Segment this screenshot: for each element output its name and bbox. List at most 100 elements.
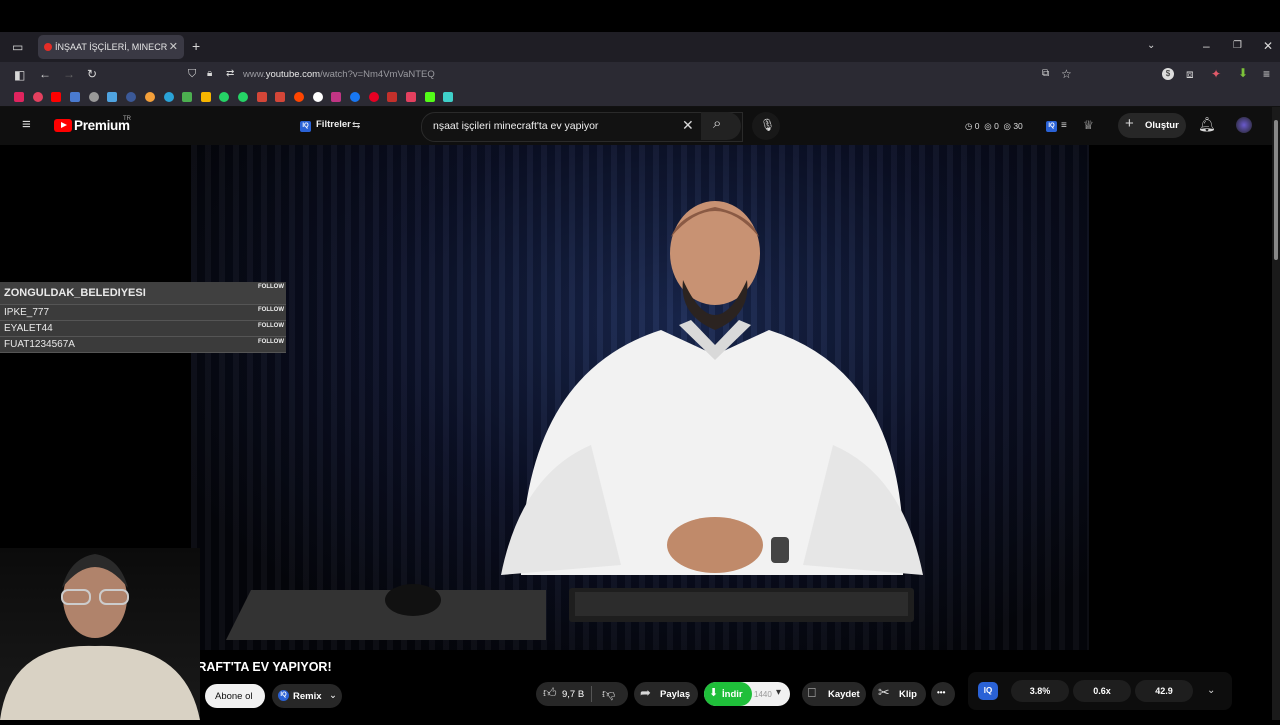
follow-button[interactable]: FOLLOW [258, 307, 284, 313]
chevron-down-icon[interactable]: ⌄ [329, 690, 337, 701]
bookmark-whatsapp-icon[interactable] [238, 92, 248, 102]
search-icon[interactable]: ⌕ [713, 116, 721, 131]
bookmark-star-icon[interactable]: ☆ [1061, 68, 1072, 80]
sidebar-toggle-icon[interactable]: ◧ [14, 69, 25, 81]
bookmark-instagram-icon[interactable] [331, 92, 341, 102]
bookmark-whatsapp-icon[interactable] [219, 92, 229, 102]
bookmark-youtube-icon[interactable] [51, 92, 61, 102]
subscribe-label[interactable]: Abone ol [215, 691, 253, 702]
bookmark-icon[interactable] [406, 92, 416, 102]
download-icon[interactable]: ⬇ [709, 687, 718, 699]
bookmark-icon[interactable]: ⎕ [808, 686, 816, 699]
browser-tab-active[interactable]: İNŞAAT İŞÇİLERİ, MINECRAFT'TA EV YAPIYOR… [38, 35, 184, 59]
minimize-icon[interactable]: – [1203, 40, 1210, 52]
download-quality[interactable]: 1440 [754, 690, 772, 699]
bookmark-icon[interactable] [164, 92, 174, 102]
bookmark-icon[interactable] [33, 92, 43, 102]
bookmark-reddit-icon[interactable] [294, 92, 304, 102]
tab-list-icon[interactable]: ▭ [12, 41, 23, 53]
scissors-icon[interactable]: ✂ [878, 685, 890, 699]
bookmark-google-icon[interactable] [313, 92, 323, 102]
chevron-down-icon[interactable]: ⌄ [1207, 685, 1215, 697]
shield-icon[interactable]: ⛉ [188, 68, 196, 80]
clip-label[interactable]: Klip [899, 689, 917, 700]
close-window-icon[interactable]: ✕ [1263, 40, 1273, 52]
bookmark-icon[interactable] [89, 92, 99, 102]
chat-username: FUAT1234567A [4, 339, 75, 350]
bookmark-kick-icon[interactable] [425, 92, 435, 102]
save-label[interactable]: Kaydet [828, 689, 860, 700]
more-actions-icon[interactable]: ••• [937, 688, 945, 697]
create-label[interactable]: Oluştur [1145, 120, 1179, 131]
clock-icon: ◷ [965, 121, 973, 131]
bookmark-icon[interactable] [387, 92, 397, 102]
counter-value: 0 [974, 121, 980, 131]
subscribe-button[interactable]: Abone ol [205, 684, 265, 708]
extensions-puzzle-icon[interactable]: ⧈ [1186, 68, 1194, 80]
counter-value: 30 [1013, 121, 1023, 131]
bookmark-facebook-icon[interactable] [350, 92, 360, 102]
back-icon[interactable]: ← [39, 68, 51, 80]
bookmark-gmail-icon[interactable] [257, 92, 267, 102]
download-label[interactable]: İndir [722, 689, 743, 700]
brand-label[interactable]: Premium [74, 118, 130, 133]
bookmark-icon[interactable] [14, 92, 24, 102]
iq-logo-icon[interactable]: IQ [978, 682, 998, 700]
restore-icon[interactable]: ❐ [1233, 40, 1242, 52]
filters-sliders-icon[interactable]: ⇆ [352, 120, 360, 132]
chat-row: FUAT1234567A FOLLOW [0, 337, 286, 353]
bookmark-icon[interactable] [145, 92, 155, 102]
follow-button[interactable]: FOLLOW [258, 323, 284, 329]
follow-button[interactable]: FOLLOW [258, 339, 284, 345]
picture-in-picture-icon[interactable]: ⧉ [1042, 68, 1049, 80]
chevron-down-icon[interactable]: ▾ [776, 687, 781, 699]
extension-icon[interactable]: ✦ [1211, 68, 1221, 80]
video-frame [226, 201, 923, 640]
trophy-icon[interactable]: ♕ [1083, 119, 1094, 131]
url-field[interactable]: www.youtube.com/watch?v=Nm4VmVaNTEQ [243, 69, 435, 80]
list-icon[interactable]: ≡ [1061, 120, 1067, 132]
tab-overflow-chevron-icon[interactable]: ⌄ [1147, 40, 1155, 52]
menu-icon[interactable]: ≡ [1263, 68, 1270, 80]
chat-row: IPKE_777 FOLLOW [0, 305, 286, 321]
avatar[interactable] [1236, 117, 1252, 133]
bookmark-icon[interactable] [182, 92, 192, 102]
forward-icon[interactable]: → [63, 68, 75, 80]
share-icon[interactable]: ➦ [640, 686, 651, 699]
bookmark-icon[interactable] [70, 92, 80, 102]
bookmark-icon[interactable] [107, 92, 117, 102]
iq-extension-icon: IQ [300, 121, 311, 132]
lock-icon[interactable]: 🔒︎ [207, 68, 212, 80]
hamburger-menu-icon[interactable]: ≡ [22, 117, 31, 132]
bookmark-pinterest-icon[interactable] [369, 92, 379, 102]
iq-extension-icon[interactable]: IQ [1046, 121, 1057, 132]
bookmark-icon[interactable] [443, 92, 453, 102]
video-player[interactable] [191, 145, 1089, 650]
thumbs-up-icon[interactable]: 👍︎ [543, 686, 557, 699]
extension-s-icon[interactable]: $ [1162, 68, 1174, 80]
follow-button[interactable]: FOLLOW [258, 284, 284, 290]
scrollbar-thumb[interactable] [1274, 120, 1278, 260]
bookmark-gmail-icon[interactable] [275, 92, 285, 102]
bookmark-icon[interactable] [201, 92, 211, 102]
remix-label[interactable]: Remix [293, 691, 322, 702]
reload-icon[interactable]: ↻ [87, 68, 97, 80]
filters-button[interactable]: Filtreler [316, 119, 351, 130]
notifications-bell-icon[interactable]: 🔔︎ [1198, 117, 1216, 131]
thumbs-down-icon[interactable]: 👎︎ [602, 687, 615, 700]
remix-button[interactable]: IQ Remix ⌄ [272, 684, 342, 708]
download-extension-icon[interactable]: ⬇ [1238, 67, 1248, 79]
region-label: TR [123, 116, 131, 122]
new-tab-button[interactable]: + [192, 39, 200, 53]
microphone-icon[interactable]: 🎙︎ [760, 119, 775, 131]
like-count[interactable]: 9,7 B [562, 689, 584, 700]
iq-stat: 42.9 [1135, 680, 1193, 702]
remix-iq-icon: IQ [278, 690, 289, 701]
search-input-value[interactable]: nşaat işçileri minecraft'ta ev yapiyor [433, 120, 598, 132]
share-label[interactable]: Paylaş [660, 689, 690, 700]
bookmark-icon[interactable] [126, 92, 136, 102]
clear-search-icon[interactable]: ✕ [682, 118, 694, 132]
permissions-icon[interactable]: ⇄ [226, 68, 234, 80]
close-tab-icon[interactable]: ✕ [169, 35, 178, 59]
divider [591, 686, 592, 702]
